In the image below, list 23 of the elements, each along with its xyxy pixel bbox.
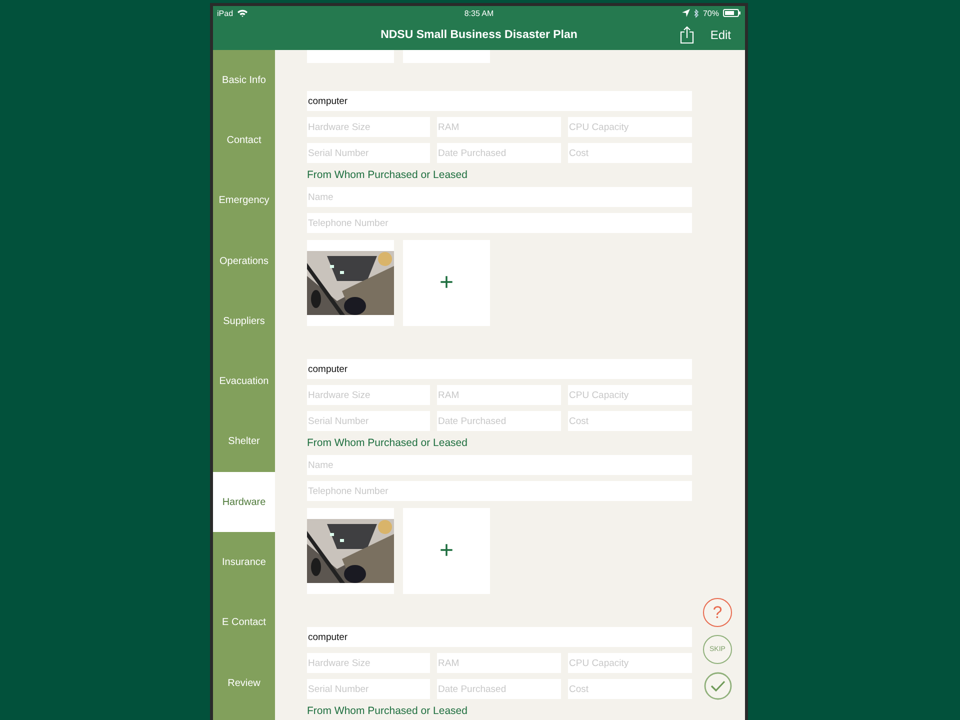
check-icon[interactable] bbox=[704, 672, 732, 700]
edit-button[interactable]: Edit bbox=[708, 26, 733, 44]
wifi-icon bbox=[237, 9, 248, 17]
status-time: 8:35 AM bbox=[464, 8, 494, 18]
location-icon bbox=[682, 9, 690, 17]
device-name: iPad bbox=[217, 8, 234, 18]
bluetooth-icon bbox=[694, 8, 699, 18]
section-label: From Whom Purchased or Leased bbox=[307, 169, 468, 182]
input-field[interactable]: computer bbox=[307, 359, 692, 379]
section-label: From Whom Purchased or Leased bbox=[307, 437, 468, 450]
add-photo-button[interactable]: + bbox=[403, 240, 490, 326]
section-label: From Whom Purchased or Leased bbox=[307, 705, 468, 718]
help-button[interactable]: ? bbox=[703, 598, 732, 627]
add-photo-button[interactable]: + bbox=[403, 508, 490, 594]
share-icon[interactable] bbox=[680, 26, 694, 44]
sidebar-tab[interactable]: Hardware bbox=[213, 472, 275, 532]
battery-percent: 70% bbox=[702, 8, 719, 18]
app-title: NDSU Small Business Disaster Plan bbox=[380, 29, 578, 41]
battery-icon bbox=[723, 9, 741, 17]
input-field[interactable] bbox=[307, 50, 394, 63]
input-field[interactable]: computer bbox=[307, 627, 692, 647]
input-field[interactable] bbox=[403, 50, 490, 63]
input-field[interactable]: computer bbox=[307, 91, 692, 111]
